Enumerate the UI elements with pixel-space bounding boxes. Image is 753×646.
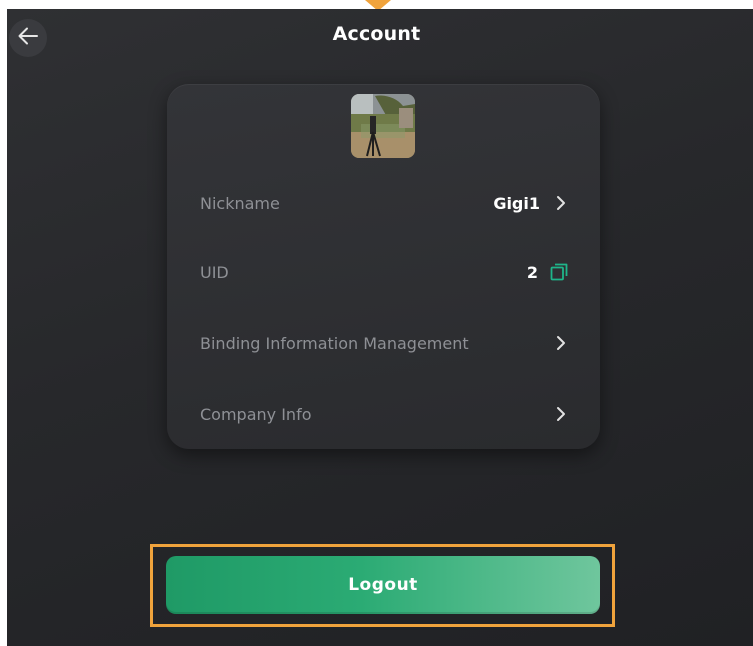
binding-information-row[interactable]: Binding Information Management xyxy=(167,315,600,371)
chevron-right-icon xyxy=(554,334,568,352)
account-card: Nickname Gigi1 UID 2 Binding Information… xyxy=(167,84,600,449)
company-info-row[interactable]: Company Info xyxy=(167,386,600,442)
binding-information-label: Binding Information Management xyxy=(200,333,469,353)
logout-button[interactable]: Logout xyxy=(166,556,600,614)
nickname-label: Nickname xyxy=(200,193,280,213)
company-info-label: Company Info xyxy=(200,404,312,424)
chevron-right-icon xyxy=(554,194,568,212)
nickname-row[interactable]: Nickname Gigi1 xyxy=(167,175,600,231)
uid-label: UID xyxy=(200,262,229,282)
uid-row: UID 2 xyxy=(167,244,600,300)
chevron-right-icon xyxy=(554,405,568,423)
page-title: Account xyxy=(332,23,421,45)
copy-icon[interactable] xyxy=(550,263,568,281)
uid-value: 2 xyxy=(526,262,538,282)
nickname-value: Gigi1 xyxy=(493,193,540,213)
avatar[interactable] xyxy=(351,94,415,158)
